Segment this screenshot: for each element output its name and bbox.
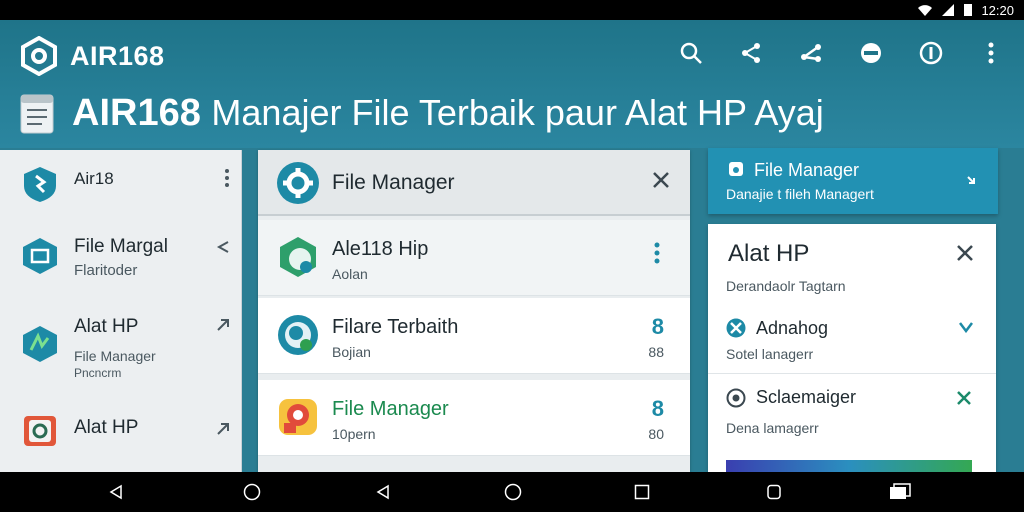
sidebar-item-label: Air18 bbox=[74, 169, 114, 188]
list-item-subtitle: Bojian bbox=[332, 344, 371, 360]
more-vert-icon[interactable] bbox=[654, 242, 660, 264]
list-item-title: Ale118 Hip bbox=[332, 238, 429, 260]
alat-hp-dialog: Alat HP Derandaolr Tagtarn Adnahog Sotel… bbox=[708, 224, 996, 472]
share-icon[interactable] bbox=[796, 38, 826, 68]
list-item-meta: 80 bbox=[648, 426, 664, 442]
lock-icon[interactable] bbox=[856, 38, 886, 68]
folder-icon bbox=[20, 236, 60, 276]
app-icon bbox=[276, 313, 320, 357]
sidebar-item-subtitle: Flaritoder bbox=[74, 262, 138, 279]
sidebar-item-caption: Pncncrm bbox=[74, 366, 122, 380]
option-title: Adnahog bbox=[756, 318, 829, 338]
sidebar-item-subtitle: File Manager bbox=[74, 348, 156, 364]
option-title: Sclaemaiger bbox=[756, 387, 857, 407]
list-item-title: File Manager bbox=[332, 398, 449, 420]
app-bar: AIR168 AIR168 Manajer File Terbaik paur … bbox=[0, 20, 1024, 148]
sidebar-item-file-margal[interactable]: File Margal Flaritoder bbox=[0, 230, 242, 296]
option-subtitle: Dena lamagerr bbox=[726, 420, 819, 436]
document-icon bbox=[20, 94, 54, 134]
search-icon[interactable] bbox=[676, 38, 706, 68]
dialog-option[interactable]: Adnahog Sotel lanagerr bbox=[708, 308, 996, 374]
battery-icon bbox=[963, 3, 973, 17]
app-icon bbox=[276, 235, 320, 279]
sidebar-item-alat-hp[interactable]: Alat HP File Manager Pncncrm bbox=[0, 310, 242, 394]
recents-icon[interactable] bbox=[630, 480, 654, 504]
settings-icon bbox=[726, 388, 746, 408]
close-icon[interactable] bbox=[956, 238, 974, 269]
gear-icon bbox=[276, 161, 320, 205]
page-title-row: AIR168 Manajer File Terbaik paur Alat HP… bbox=[20, 92, 824, 135]
back-icon[interactable] bbox=[371, 480, 395, 504]
option-subtitle: Sotel lanagerr bbox=[726, 346, 814, 362]
sidebar-item-label: Alat HP bbox=[74, 417, 139, 438]
more-vert-icon[interactable] bbox=[976, 38, 1006, 68]
home-icon[interactable] bbox=[240, 480, 264, 504]
recents-icon[interactable] bbox=[762, 480, 786, 504]
list-item[interactable]: Filare Terbaith Bojian 8 88 bbox=[258, 298, 690, 374]
shield-icon bbox=[20, 164, 60, 204]
page-title-text: Manajer File Terbaik paur Alat HP Ayaj bbox=[211, 92, 824, 133]
system-nav-bar bbox=[0, 472, 1024, 512]
close-icon[interactable] bbox=[956, 386, 972, 412]
chevron-icon[interactable] bbox=[966, 174, 976, 188]
status-bar: 12:20 bbox=[0, 0, 1024, 20]
arrow-up-right-icon[interactable] bbox=[216, 420, 230, 441]
list-item[interactable]: Ale118 Hip Aolan bbox=[258, 220, 690, 296]
hexagon-logo-icon bbox=[20, 35, 58, 77]
page-title-brand: AIR168 bbox=[72, 92, 201, 134]
tool-icon bbox=[20, 324, 60, 364]
brand-name: AIR168 bbox=[70, 40, 165, 71]
list-item-subtitle: 10pern bbox=[332, 426, 376, 442]
arrow-up-right-icon[interactable] bbox=[216, 316, 230, 337]
more-vert-icon[interactable] bbox=[224, 168, 230, 193]
page-title: AIR168 Manajer File Terbaik paur Alat HP… bbox=[72, 92, 824, 135]
dialog-subtitle: Derandaolr Tagtarn bbox=[726, 278, 846, 294]
wifi-icon bbox=[917, 3, 933, 17]
preview-strip bbox=[726, 460, 972, 472]
chevron-down-icon[interactable] bbox=[958, 316, 974, 339]
file-manager-panel: File Manager Ale118 Hip Aolan Filare Ter… bbox=[258, 150, 690, 472]
list-item-count: 8 bbox=[651, 314, 664, 339]
brand[interactable]: AIR168 bbox=[20, 35, 165, 77]
back-icon[interactable] bbox=[104, 480, 128, 504]
list-item[interactable]: File Manager 10pern 8 80 bbox=[258, 380, 690, 456]
card-subtitle: Danajie t fileh Managert bbox=[726, 186, 874, 202]
sidebar-item-label: File Margal bbox=[74, 236, 168, 257]
file-icon bbox=[728, 161, 744, 177]
list-item-count: 8 bbox=[651, 396, 664, 421]
sidebar-item-alat-hp-2[interactable]: Alat HP bbox=[0, 404, 242, 464]
multitask-icon[interactable] bbox=[888, 480, 912, 504]
panel-title: File Manager bbox=[332, 171, 455, 194]
info-icon[interactable] bbox=[916, 38, 946, 68]
app-actions bbox=[676, 38, 1006, 68]
list-item-subtitle: Aolan bbox=[332, 266, 368, 282]
sidebar: Air18 File Margal Flaritoder Alat HP Fil… bbox=[0, 150, 242, 472]
chevron-left-icon[interactable] bbox=[216, 238, 230, 259]
panel-header: File Manager bbox=[258, 150, 690, 216]
camera-app-icon bbox=[276, 395, 320, 439]
dialog-title: Alat HP bbox=[728, 240, 810, 267]
sidebar-item-label: Alat HP bbox=[74, 316, 139, 337]
file-manager-card[interactable]: File Manager Danajie t fileh Managert bbox=[708, 148, 998, 214]
home-icon[interactable] bbox=[501, 480, 525, 504]
signal-icon bbox=[941, 3, 955, 17]
list-item-title: Filare Terbaith bbox=[332, 316, 459, 338]
status-time: 12:20 bbox=[981, 2, 1014, 18]
list-item-meta: 88 bbox=[648, 344, 664, 360]
card-title: File Manager bbox=[754, 160, 860, 180]
device-icon bbox=[20, 410, 60, 450]
sidebar-item-air18[interactable]: Air18 bbox=[0, 160, 242, 216]
close-icon[interactable] bbox=[652, 168, 670, 196]
dialog-option[interactable]: Sclaemaiger Dena lamagerr bbox=[708, 374, 996, 446]
share-network-icon[interactable] bbox=[736, 38, 766, 68]
tools-icon bbox=[726, 318, 746, 338]
